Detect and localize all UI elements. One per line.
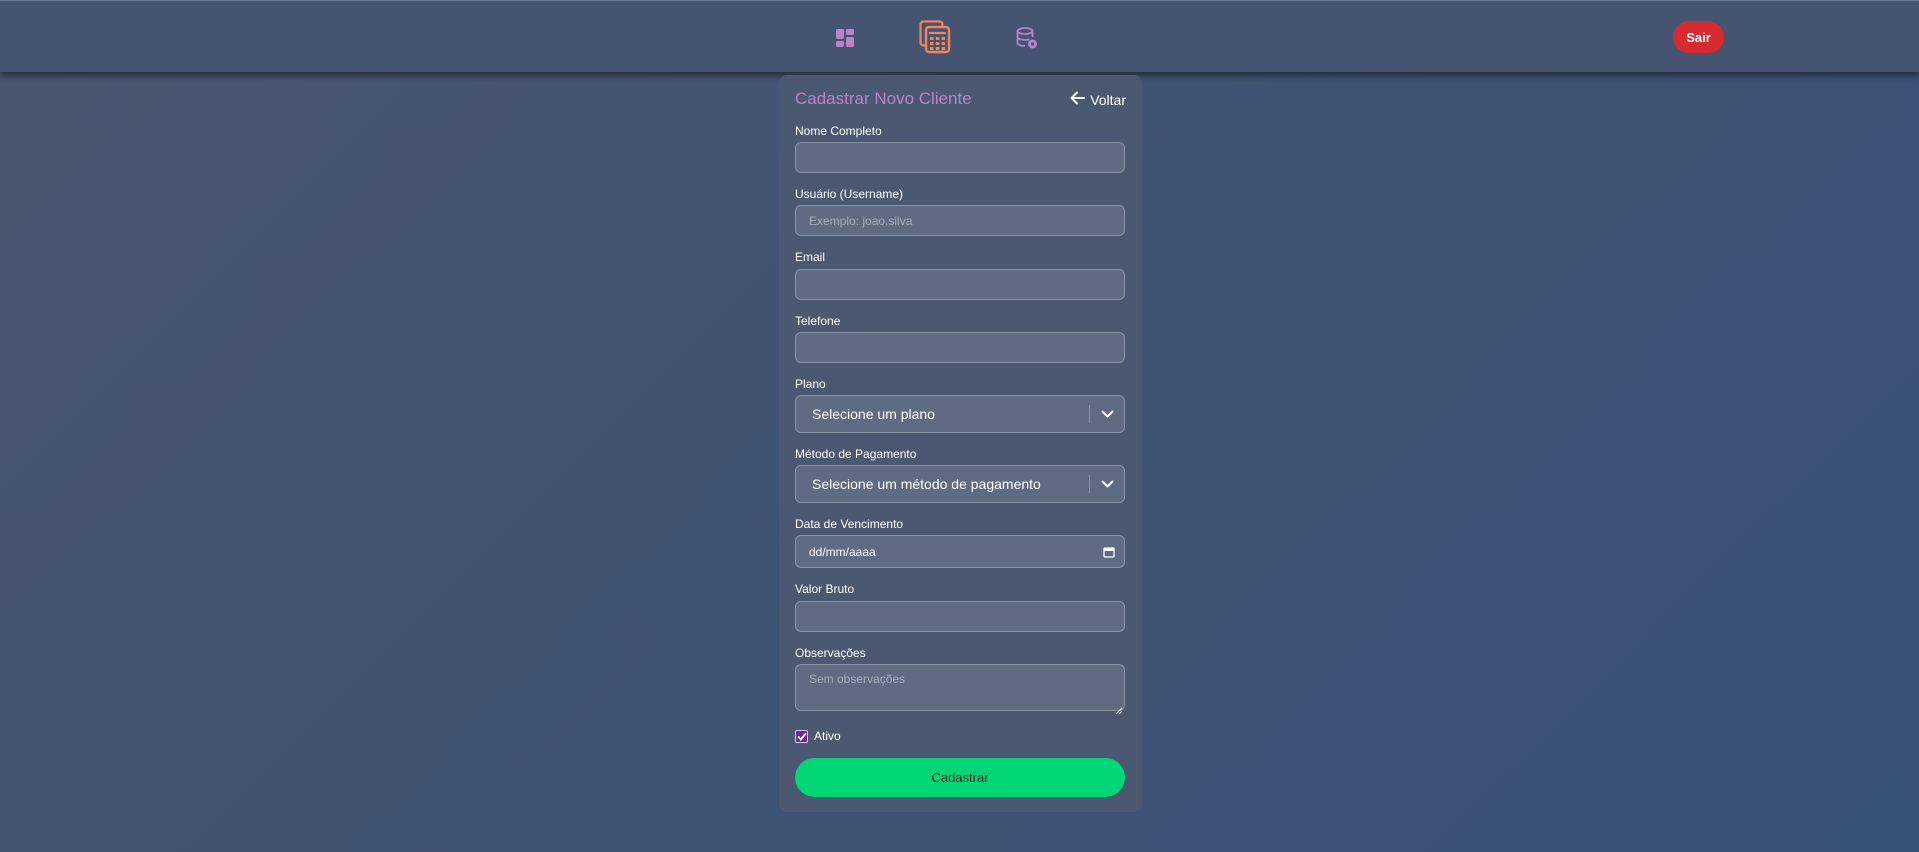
arrow-left-icon: [1070, 91, 1086, 108]
gross-value-input[interactable]: [795, 601, 1125, 632]
email-input[interactable]: [795, 269, 1125, 300]
due-date-label: Data de Vencimento: [795, 517, 904, 531]
dashboard-icon[interactable]: [832, 26, 858, 50]
database-settings-icon[interactable]: [1014, 25, 1040, 51]
username-input[interactable]: [795, 205, 1125, 236]
active-checkbox-row: Ativo: [795, 729, 841, 743]
page-title: Cadastrar Novo Cliente: [795, 89, 972, 108]
username-field: Usuário (Username): [795, 187, 1125, 236]
due-date-value: dd/mm/aaaa: [809, 544, 876, 559]
name-field: Nome Completo: [795, 124, 1125, 173]
name-input[interactable]: [795, 142, 1125, 173]
payment-field: Método de Pagamento Selecione um método …: [795, 447, 1125, 503]
payment-label: Método de Pagamento: [795, 447, 917, 461]
payment-selected-value: Selecione um método de pagamento: [812, 476, 1041, 492]
phone-label: Telefone: [795, 314, 841, 328]
phone-field: Telefone: [795, 314, 1125, 363]
plan-field: Plano Selecione um plano: [795, 377, 1125, 433]
resize-handle-icon[interactable]: [1115, 702, 1123, 720]
gross-value-field: Valor Bruto: [795, 582, 1125, 632]
active-checkbox[interactable]: [795, 729, 808, 743]
email-label: Email: [795, 250, 826, 264]
phone-input[interactable]: [795, 332, 1125, 363]
chevron-down-icon: [1090, 480, 1124, 488]
payment-select[interactable]: Selecione um método de pagamento: [795, 465, 1125, 503]
plan-select[interactable]: Selecione um plano: [795, 395, 1125, 433]
due-date-input[interactable]: dd/mm/aaaa: [795, 535, 1125, 568]
notes-field: Observações: [795, 646, 1125, 715]
calculator-icon[interactable]: [918, 19, 952, 55]
due-date-field: Data de Vencimento dd/mm/aaaa: [795, 517, 1125, 568]
plan-selected-value: Selecione um plano: [812, 406, 935, 422]
back-button[interactable]: Voltar: [1070, 91, 1126, 108]
logout-button[interactable]: Sair: [1673, 21, 1724, 53]
gross-value-label: Valor Bruto: [795, 582, 855, 596]
active-label: Ativo: [814, 729, 841, 743]
notes-label: Observações: [795, 646, 866, 660]
name-label: Nome Completo: [795, 124, 882, 138]
top-navigation-bar: Sair: [0, 0, 1919, 72]
register-client-card: Cadastrar Novo Cliente Voltar Nome Compl…: [779, 75, 1142, 812]
notes-textarea[interactable]: [795, 664, 1125, 711]
back-label: Voltar: [1090, 91, 1126, 108]
email-field: Email: [795, 250, 1125, 300]
calendar-icon[interactable]: [1094, 546, 1124, 558]
plan-label: Plano: [795, 377, 826, 391]
chevron-down-icon: [1090, 410, 1124, 418]
username-label: Usuário (Username): [795, 187, 904, 201]
submit-button[interactable]: Cadastrar: [795, 758, 1125, 797]
